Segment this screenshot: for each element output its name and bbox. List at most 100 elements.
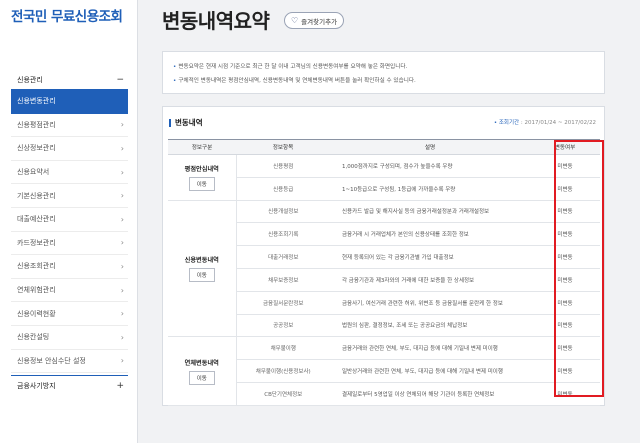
change-history-panel: 변동내역 • 조회기간 : 2017/01/24 ~ 2017/02/22 정보… — [162, 106, 605, 406]
sidebar-item[interactable]: 카드정보관리 › — [11, 232, 128, 256]
sidebar-item-label: 신용평점관리 — [17, 120, 56, 129]
status-cell: 미변동 — [530, 359, 600, 383]
chevron-right-icon: › — [120, 191, 124, 201]
add-favorite-button[interactable]: ♡ 즐겨찾기추가 — [284, 12, 345, 29]
app-root: 전국민 무료신용조회 신용관리 − 신용변동관리›신용평점관리›신상정보관리›신… — [0, 0, 640, 443]
item-cell: 채무불이행(신용정보사) — [236, 359, 330, 383]
description-cell: 1~10등급으로 구성됨, 1등급에 가까울수록 우량 — [330, 177, 530, 201]
item-cell: 금융질서문란정보 — [236, 291, 330, 315]
table-row: 평점안심내역 이동 신용평점 1,000점까지로 구성되며, 점수가 높을수록 우량 미… — [168, 154, 600, 201]
bullet-icon: • — [173, 64, 177, 70]
sidebar-item-label: 신상정보관리 — [17, 144, 56, 153]
sidebar-item-label: 연체위험관리 — [17, 286, 56, 295]
move-button[interactable]: 이동 — [188, 370, 215, 385]
table-body: 평점안심내역 이동 신용평점 1,000점까지로 구성되며, 점수가 높을수록 우량 미… — [168, 154, 600, 406]
status-cell: 미변동 — [530, 336, 600, 361]
group-cell: 평점안심내역이동 — [168, 154, 237, 201]
collapse-icon: − — [116, 74, 124, 85]
item-cell: 채무보증정보 — [236, 268, 330, 292]
table-row: 연체변동내역 이동 채무불이행 금융거래와 관련한 연체, 부도, 대지급 등에 대해… — [168, 336, 600, 406]
page-title: 변동내역요약 — [162, 9, 270, 33]
group-name: 연체변동내역 — [184, 359, 219, 367]
sidebar-section-label: 신용관리 — [17, 75, 43, 84]
move-button[interactable]: 이동 — [188, 176, 215, 191]
period-value: 2017/01/24 ~ 2017/02/22 — [524, 120, 596, 126]
sidebar-item[interactable]: 대출예산관리 › — [11, 208, 128, 232]
notice-line: • 변동요약은 현재 시점 기준으로 최근 한 달 이내 고객님의 신용변동여부를… — [173, 64, 408, 70]
sidebar-item[interactable]: 신용칸설팅 › — [11, 326, 128, 350]
sidebar-item[interactable]: 신용정보 안심수단 설정 › — [11, 350, 128, 374]
status-cell: 미변동 — [530, 314, 600, 338]
notice-box: • 변동요약은 현재 시점 기준으로 최근 한 달 이내 고객님의 신용변동여부를… — [162, 51, 605, 94]
sidebar-section-credit-management[interactable]: 신용관리 − — [11, 70, 128, 90]
column-header: 정보구분 — [168, 139, 236, 155]
item-cell: 공공정보 — [236, 314, 330, 338]
sidebar-section-fraud-prevention[interactable]: 금융사기방지 + — [11, 375, 128, 395]
sidebar-item[interactable]: 신상정보관리 › — [11, 137, 128, 161]
description-cell: 1,000점까지로 구성되며, 점수가 높을수록 우량 — [330, 154, 530, 178]
sidebar-item[interactable]: 신용변동관리› — [11, 90, 128, 114]
status-cell: 미변동 — [530, 245, 600, 269]
chevron-right-icon: › — [120, 214, 124, 224]
group-name: 신용변동내역 — [184, 256, 219, 264]
status-cell: 미변동 — [530, 200, 600, 224]
sidebar-title[interactable]: 전국민 무료신용조회 — [11, 9, 133, 26]
sidebar-item[interactable]: 연체위험관리 › — [11, 279, 128, 303]
description-cell: 법원의 심판, 결정정보, 조세 또는 공공요금의 체납정보 — [330, 314, 530, 338]
item-cell: 신용평점 — [236, 154, 330, 178]
description-cell: 현재 등록되어 있는 각 금융기관별 가입 대출정보 — [330, 245, 530, 269]
item-cell: 채무불이행 — [236, 336, 330, 361]
group-cell: 신용변동내역이동 — [168, 200, 237, 338]
chevron-right-icon: › — [120, 238, 124, 248]
sidebar: 전국민 무료신용조회 신용관리 − 신용변동관리›신용평점관리›신상정보관리›신… — [0, 0, 138, 443]
sidebar-item-label: 신용정보 안심수단 설정 — [17, 356, 86, 365]
sidebar-item[interactable]: 신용조회관리 › — [11, 255, 128, 279]
sidebar-item-label: 카드정보관리 — [17, 238, 56, 247]
item-cell: 신용조회기록 — [236, 222, 330, 247]
column-header: 변동여부 — [530, 139, 600, 155]
sidebar-item-label: 신용변동관리 — [17, 97, 56, 106]
move-button[interactable]: 이동 — [188, 267, 215, 282]
notice-line: • 구체적인 변동내역은 평점안심내역, 신용변동내역 및 연체변동내역 버튼을 … — [173, 78, 416, 84]
sidebar-item-label: 신용칸설팅 — [17, 333, 50, 342]
section-title: 변동내역 — [169, 117, 203, 128]
description-cell: 금융사기, 여신거래 관련한 허위, 위변조 등 금융질서를 문란케 한 정보 — [330, 291, 530, 315]
chevron-right-icon: › — [120, 356, 124, 366]
column-header: 정보항목 — [236, 139, 330, 155]
status-cell: 미변동 — [530, 291, 600, 315]
description-cell: 금융거래와 관련한 연체, 부도, 대지급 등에 대해 기일내 변제 미이행 — [330, 336, 530, 361]
heart-icon: ♡ — [291, 16, 299, 25]
sidebar-item[interactable]: 기본신용관리 › — [11, 184, 128, 208]
status-cell: 미변동 — [530, 222, 600, 247]
description-cell: 금융거래 시 거래업체가 본인의 신용상태를 조회한 정보 — [330, 222, 530, 247]
description-cell: 일반상거래와 관련한 연체, 부도, 대지급 등에 대해 기일내 변제 미이행 — [330, 359, 530, 383]
expand-icon: + — [116, 380, 124, 391]
sidebar-menu: 신용관리 − 신용변동관리›신용평점관리›신상정보관리›신용요약서›기본신용관리… — [11, 70, 128, 395]
status-cell: 미변동 — [530, 177, 600, 201]
sidebar-section-label: 금융사기방지 — [17, 381, 56, 390]
sidebar-item-label: 신용이력현황 — [17, 309, 56, 318]
item-cell: 대출거래정보 — [236, 245, 330, 269]
chevron-right-icon: › — [120, 332, 124, 342]
sidebar-item[interactable]: 신용요약서 › — [11, 161, 128, 185]
bullet-icon: • — [173, 78, 177, 84]
table-row: 신용변동내역 이동 신용개설정보 신용카드 발급 및 해지사실 등의 금융거래설정분과… — [168, 200, 600, 338]
chevron-right-icon: › — [120, 120, 124, 130]
sidebar-item-label: 신용조회관리 — [17, 262, 56, 271]
item-cell: 신용개설정보 — [236, 200, 330, 224]
status-cell: 미변동 — [530, 268, 600, 292]
chevron-right-icon: › — [120, 285, 124, 295]
column-header: 설명 — [330, 139, 530, 155]
query-period: • 조회기간 : 2017/01/24 ~ 2017/02/22 — [493, 120, 596, 126]
status-cell: 미변동 — [530, 154, 600, 178]
group-cell: 연체변동내역이동 — [168, 336, 237, 406]
sidebar-item-label: 신용요약서 — [17, 168, 50, 177]
chevron-right-icon: › — [120, 261, 124, 271]
sidebar-item[interactable]: 신용이력현황 › — [11, 302, 128, 326]
section-header: 변동내역 • 조회기간 : 2017/01/24 ~ 2017/02/22 — [163, 117, 604, 131]
group-name: 평점안심내역 — [184, 165, 219, 173]
sidebar-item[interactable]: 신용평점관리 › — [11, 114, 128, 138]
description-cell: 각 금융기관과 제3자와의 거래에 대한 보증을 한 상세정보 — [330, 268, 530, 292]
title-bar-icon — [169, 118, 171, 127]
add-favorite-label: 즐겨찾기추가 — [301, 17, 338, 26]
